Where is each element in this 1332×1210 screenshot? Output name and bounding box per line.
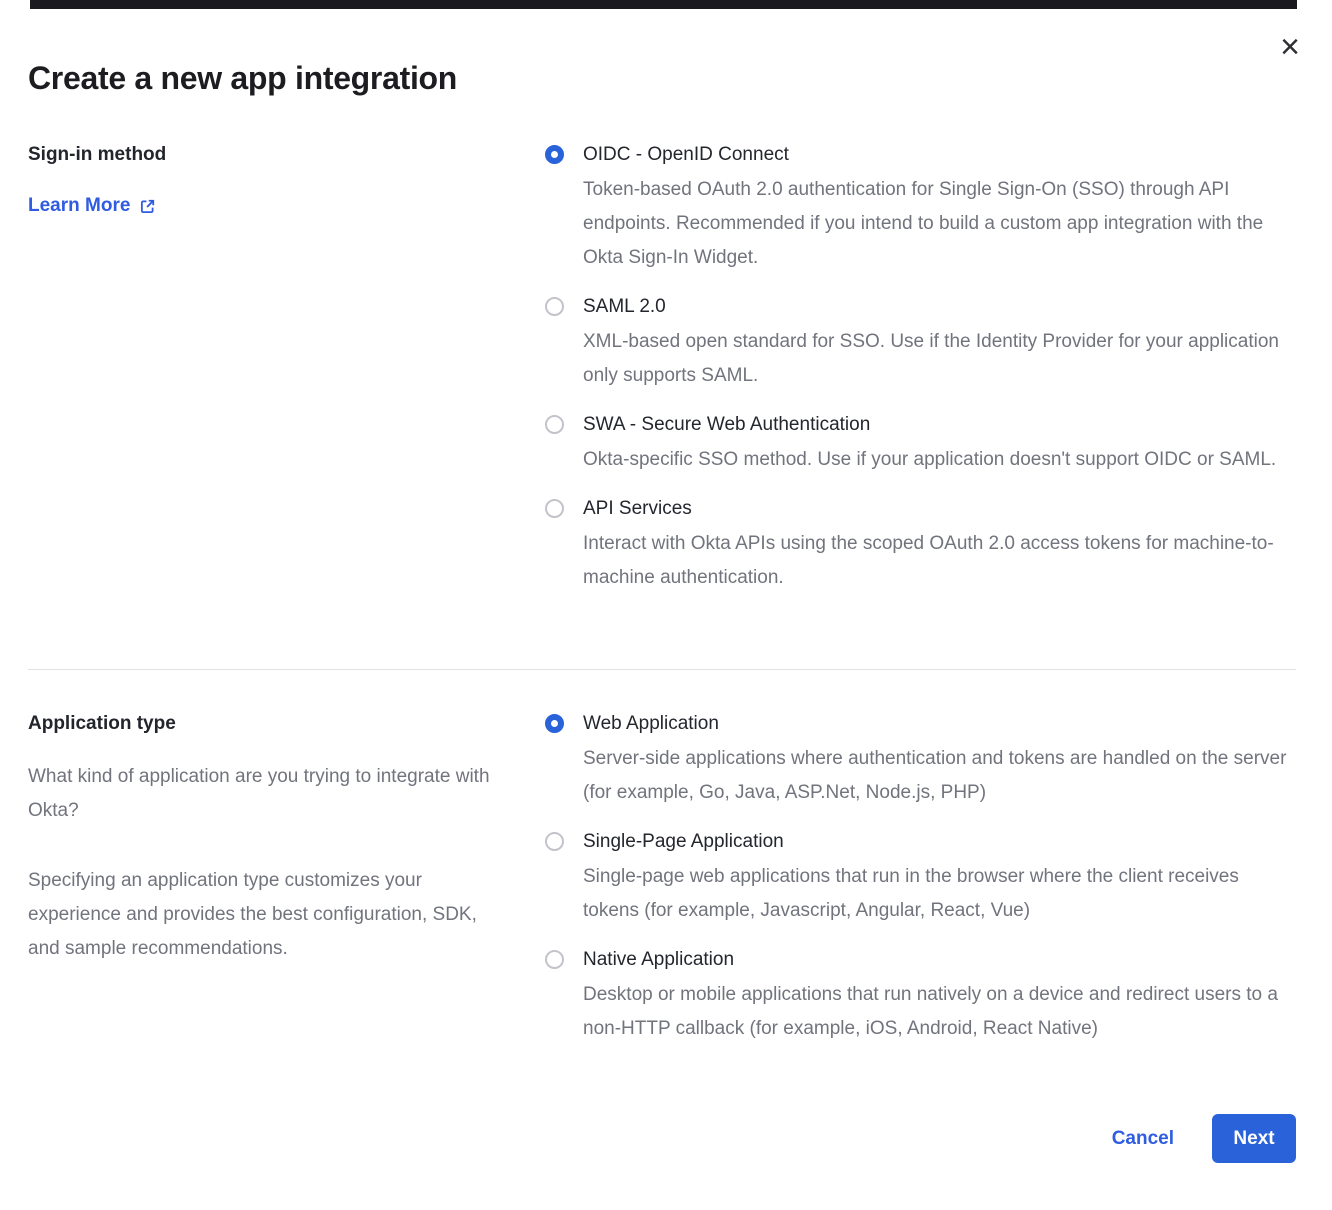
option-label[interactable]: Native Application [583,946,1295,974]
cancel-button[interactable]: Cancel [1112,1128,1174,1150]
create-app-integration-dialog: × Create a new app integration Sign-in m… [0,0,1332,1209]
signin-method-left-column: Sign-in method Learn More [28,141,545,217]
radio-option-api-services[interactable]: API Services Interact with Okta APIs usi… [545,495,1296,595]
option-label[interactable]: Web Application [583,710,1295,738]
application-type-explanation: Specifying an application type customize… [28,864,508,966]
radio-button[interactable] [545,714,564,733]
external-link-icon [139,198,156,215]
option-description: Server-side applications where authentic… [583,742,1295,810]
application-type-section: Application type What kind of applicatio… [28,710,1296,1064]
radio-button[interactable] [545,145,564,164]
radio-button[interactable] [545,950,564,969]
close-icon[interactable]: × [1280,30,1300,64]
radio-option-saml[interactable]: SAML 2.0 XML-based open standard for SSO… [545,293,1296,393]
radio-button[interactable] [545,415,564,434]
option-label[interactable]: API Services [583,495,1295,523]
option-description: Desktop or mobile applications that run … [583,978,1295,1046]
dialog-footer: Cancel Next [28,1114,1296,1209]
option-label[interactable]: SAML 2.0 [583,293,1295,321]
option-description: Single-page web applications that run in… [583,860,1295,928]
radio-button[interactable] [545,832,564,851]
radio-option-oidc[interactable]: OIDC - OpenID Connect Token-based OAuth … [545,141,1296,275]
radio-button[interactable] [545,499,564,518]
application-type-left-column: Application type What kind of applicatio… [28,710,545,966]
radio-option-single-page-application[interactable]: Single-Page Application Single-page web … [545,828,1296,928]
radio-button[interactable] [545,297,564,316]
option-description: Okta-specific SSO method. Use if your ap… [583,443,1276,477]
application-type-question: What kind of application are you trying … [28,760,508,828]
page-title: Create a new app integration [28,60,1296,97]
radio-option-swa[interactable]: SWA - Secure Web Authentication Okta-spe… [545,411,1296,477]
signin-method-section: Sign-in method Learn More OIDC - OpenID … [28,141,1296,613]
option-label[interactable]: Single-Page Application [583,828,1295,856]
application-type-label: Application type [28,710,545,738]
next-button[interactable]: Next [1212,1114,1296,1163]
learn-more-link[interactable]: Learn More [28,195,156,217]
option-description: Token-based OAuth 2.0 authentication for… [583,173,1295,275]
application-type-options: Web Application Server-side applications… [545,710,1296,1064]
signin-method-label: Sign-in method [28,141,545,169]
radio-option-web-application[interactable]: Web Application Server-side applications… [545,710,1296,810]
radio-option-native-application[interactable]: Native Application Desktop or mobile app… [545,946,1296,1046]
signin-method-options: OIDC - OpenID Connect Token-based OAuth … [545,141,1296,613]
option-label[interactable]: OIDC - OpenID Connect [583,141,1295,169]
option-label[interactable]: SWA - Secure Web Authentication [583,411,1276,439]
section-divider [28,669,1296,670]
learn-more-label: Learn More [28,195,130,217]
option-description: Interact with Okta APIs using the scoped… [583,527,1295,595]
option-description: XML-based open standard for SSO. Use if … [583,325,1295,393]
